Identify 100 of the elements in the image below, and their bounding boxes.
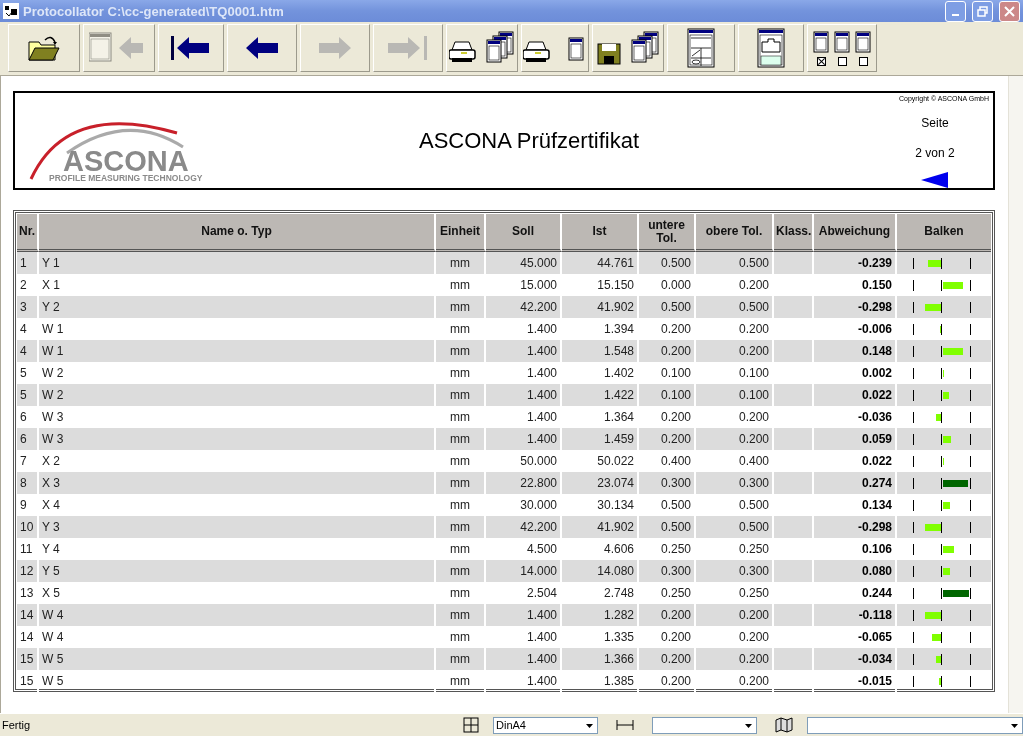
printer-pages-icon [449,30,515,66]
table-cell: 1.282 [562,604,639,626]
table-cell: 1 [17,252,39,274]
table-cell: W 2 [39,384,436,406]
checkbox[interactable] [858,56,868,66]
toolbar-button[interactable] [521,24,589,72]
close-icon [1004,5,1015,17]
table-cell: 5 [17,384,39,406]
table-cell: 1.548 [562,340,639,362]
table-cell: 0.200 [639,340,696,362]
table-cell: 1.366 [562,648,639,670]
minus-track [913,367,942,379]
paper-size-select[interactable]: DinA4 [493,716,598,734]
column-header: Nr. [17,214,39,252]
table-cell: 0.500 [639,516,696,538]
minimize-icon [952,13,959,16]
table-cell: 14.080 [562,560,639,582]
table-cell: 10 [17,516,39,538]
page-number: 2 von 2 [915,146,955,160]
table-cell: 0.300 [696,472,774,494]
table-cell: 1.400 [486,340,562,362]
column-header: obere Tol. [696,214,774,252]
close-button[interactable] [999,0,1020,22]
book-icon [775,717,793,733]
table-cell: 1.400 [486,604,562,626]
checkbox[interactable] [816,56,826,66]
table-cell: 44.761 [562,252,639,274]
table-cell: -0.118 [814,604,897,626]
toolbar-button[interactable] [8,24,80,72]
table-cell: 0.500 [696,516,774,538]
table-cell: 0.274 [814,472,897,494]
table-cell: 0.100 [639,384,696,406]
table-cell: Y 5 [39,560,436,582]
table-cell: 1.400 [486,648,562,670]
table-cell: 15 [17,670,39,692]
column-header: Soll [486,214,562,252]
table-cell: 0.500 [639,252,696,274]
table-cell: 41.902 [562,516,639,538]
table-cell: mm [436,384,486,406]
table-cell: W 1 [39,340,436,362]
table-cell: Y 2 [39,296,436,318]
table-cell: 23.074 [562,472,639,494]
table-cell: 14.000 [486,560,562,582]
table-cell: 0.200 [696,670,774,692]
table-cell: 0.200 [696,340,774,362]
table-cell: 6 [17,428,39,450]
table-cell: 1.459 [562,428,639,450]
page-icon [834,30,850,53]
restore-button[interactable] [972,0,993,22]
page-icon [855,30,871,53]
table-cell: -0.015 [814,670,897,692]
table-cell: Y 3 [39,516,436,538]
table-cell: 0.500 [696,296,774,318]
checkbox[interactable] [837,56,847,66]
folder-icon [27,34,61,62]
table-cell: X 3 [39,472,436,494]
previous-page-icon[interactable] [921,172,949,188]
scrollbar[interactable] [1008,76,1023,713]
toolbar-button[interactable] [446,24,518,72]
table-cell: 0.059 [814,428,897,450]
chart-page-icon [687,28,715,68]
width-icon [616,719,634,731]
restore-icon [977,5,988,17]
table-cell: 1.400 [486,428,562,450]
table-cell: 0.500 [639,296,696,318]
toolbar-button[interactable] [592,24,664,72]
grid-icon [463,717,479,733]
minimize-button[interactable] [945,0,966,22]
part-page-icon [757,28,785,68]
table-cell: mm [436,604,486,626]
table-cell: 4 [17,340,39,362]
table-cell: 0.200 [639,648,696,670]
table-cell: 8 [17,472,39,494]
page-icon [813,30,829,53]
table-cell: W 4 [39,604,436,626]
toolbar-button[interactable] [738,24,804,72]
table-cell: 42.200 [486,516,562,538]
column-header: Balken [897,214,991,252]
table-cell: 45.000 [486,252,562,274]
table-cell: 0.022 [814,384,897,406]
minus-track [913,455,942,467]
table-cell: mm [436,472,486,494]
table-cell: 12 [17,560,39,582]
column-header: Abweichung [814,214,897,252]
table-cell: 0.200 [639,428,696,450]
report-title: ASCONA Prüfzertifikat [417,127,641,154]
table-cell: -0.298 [814,516,897,538]
logo-tagline: PROFILE MEASURING TECHNOLOGY [49,172,203,182]
toolbar-button[interactable] [667,24,735,72]
toolbar-button[interactable] [227,24,297,72]
layout-toolbar-button[interactable] [807,24,877,72]
table-cell: 0.200 [696,648,774,670]
arrow-right-icon [319,37,351,59]
app-icon [3,3,19,19]
column-header: untere Tol. [639,214,696,252]
toolbar-button[interactable] [158,24,224,72]
column-header: Name o. Typ [39,214,436,252]
arrow-left-icon [246,37,278,59]
table-cell: 0.080 [814,560,897,582]
table-cell: 0.100 [696,384,774,406]
